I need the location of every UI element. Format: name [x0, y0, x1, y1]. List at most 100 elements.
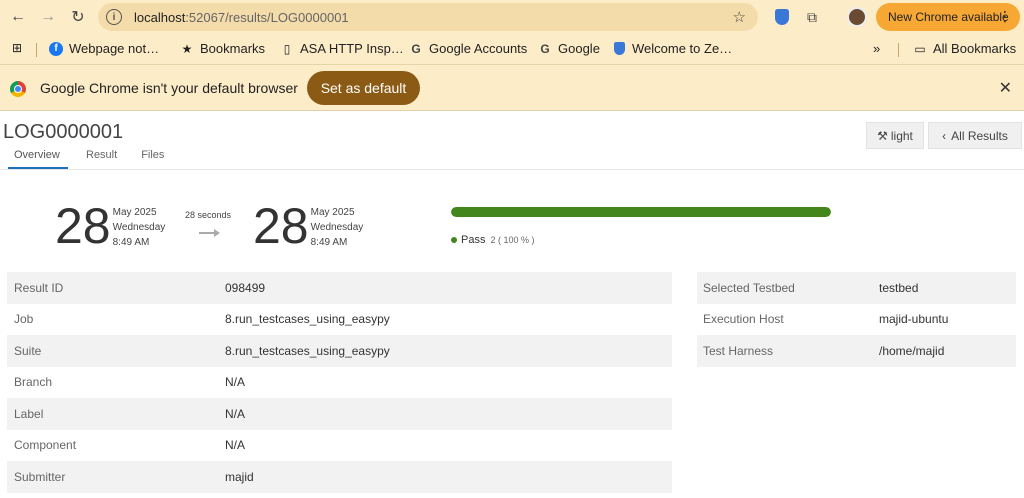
- shield-icon: [612, 42, 626, 56]
- tab-bar: Overview Result Files: [8, 146, 182, 170]
- bookmark-item[interactable]: ★ Bookmarks: [180, 41, 265, 56]
- bookmark-star-icon[interactable]: ☆: [733, 8, 746, 26]
- back-arrow-icon[interactable]: ←: [3, 2, 33, 32]
- row-value: testbed: [879, 280, 919, 295]
- set-default-button[interactable]: Set as default: [307, 71, 420, 105]
- more-bookmarks-icon[interactable]: »: [873, 41, 880, 56]
- google-icon: G: [540, 41, 550, 56]
- all-bookmarks[interactable]: ▭ All Bookmarks: [913, 41, 1016, 56]
- all-bookmarks-label: All Bookmarks: [933, 41, 1017, 56]
- table-row: Job 8.run_testcases_using_easypy: [7, 304, 672, 336]
- row-key: Component: [14, 438, 77, 453]
- pass-legend-label: Pass: [461, 234, 486, 246]
- start-time: 28 May 2025 Wednesday 8:49 AM: [55, 198, 166, 254]
- row-key: Test Harness: [703, 343, 774, 358]
- row-value: N/A: [225, 406, 246, 421]
- row-value: 8.run_testcases_using_easypy: [225, 343, 390, 358]
- site-info-icon[interactable]: i: [106, 9, 122, 25]
- details-table-left: Result ID 098499 Job 8.run_testcases_using_…: [7, 272, 672, 493]
- bookmark-item[interactable]: f Webpage not…: [49, 41, 159, 56]
- row-key: Execution Host: [703, 312, 784, 327]
- update-label: New Chrome available: [888, 10, 1009, 24]
- start-month-year: May 2025: [112, 207, 157, 218]
- bookmark-label: Welcome to Ze…: [632, 41, 733, 56]
- page-title: LOG0000001: [3, 121, 124, 143]
- tab-result[interactable]: Result: [80, 146, 123, 169]
- table-row: Test Harness/home/majid: [697, 335, 1016, 367]
- tab-overview[interactable]: Overview: [8, 146, 68, 169]
- browser-toolbar: ← → ↻ i localhost:52067/results/LOG00000…: [0, 0, 1024, 34]
- bookmark-separator: [898, 43, 899, 57]
- end-weekday: Wednesday: [310, 222, 364, 233]
- start-day: 28: [55, 198, 111, 254]
- bookmark-item[interactable]: Welcome to Ze…: [612, 41, 732, 56]
- magic-wand-icon: ⚒: [877, 128, 888, 143]
- result-progress-bar: [451, 207, 831, 217]
- default-browser-infobar: Google Chrome isn't your default browser…: [0, 64, 1024, 111]
- theme-label: light: [890, 128, 913, 143]
- bookmark-label: Google Accounts: [429, 41, 528, 56]
- pass-progress-fill: [451, 207, 831, 217]
- bookmark-label: Bookmarks: [200, 41, 266, 56]
- end-day: 28: [253, 198, 309, 254]
- bookmark-item[interactable]: G Google Accounts: [409, 41, 527, 56]
- table-row: Submitter majid: [7, 461, 672, 493]
- all-results-label: All Results: [951, 128, 1008, 143]
- row-key: Result ID: [14, 280, 64, 295]
- row-value: majid-ubuntu: [879, 312, 949, 327]
- extension-shield-icon[interactable]: [772, 7, 792, 27]
- row-key: Submitter: [14, 469, 66, 484]
- all-results-button[interactable]: ‹ All Results: [928, 122, 1022, 149]
- row-value: 098499: [225, 280, 266, 295]
- start-date-meta: May 2025 Wednesday 8:49 AM: [113, 205, 166, 250]
- chrome-logo-icon: [10, 81, 26, 97]
- row-key: Suite: [14, 343, 42, 358]
- bookmark-label: Webpage not…: [69, 41, 160, 56]
- profile-avatar[interactable]: [847, 7, 867, 27]
- google-icon: G: [411, 41, 421, 56]
- end-time-of-day: 8:49 AM: [310, 237, 348, 248]
- tab-files[interactable]: Files: [135, 146, 170, 169]
- duration-label: 28 seconds: [185, 210, 232, 220]
- url-host: localhost: [134, 9, 186, 25]
- details-table-right: Selected Testbed testbed Execution Host maj…: [697, 272, 1016, 367]
- close-icon[interactable]: ✕: [999, 78, 1012, 98]
- arrow-right-icon: [199, 229, 220, 237]
- start-time-of-day: 8:49 AM: [112, 237, 150, 248]
- forward-arrow-icon[interactable]: →: [33, 2, 63, 32]
- bookmarks-bar: ⊞ f Webpage not… ★ Bookmarks ▯ ASA HTTP Ins…: [0, 34, 1024, 64]
- bookmark-item[interactable]: ▯ ASA HTTP Insp…: [280, 41, 404, 56]
- bookmark-label: Google: [558, 41, 600, 56]
- apps-grid-icon[interactable]: ⊞: [10, 41, 24, 55]
- result-legend: Pass 2 ( 100 % ): [451, 234, 535, 246]
- end-month-year: May 2025: [310, 207, 355, 218]
- end-time: 28 May 2025 Wednesday 8:49 AM: [253, 198, 364, 254]
- table-row: Suite 8.run_testcases_using_easypy: [7, 335, 672, 367]
- row-value: N/A: [225, 438, 246, 453]
- pass-legend-count: 2 ( 100 % ): [490, 235, 535, 245]
- row-value: majid: [225, 469, 254, 484]
- row-key: Label: [14, 406, 44, 421]
- row-key: Job: [14, 312, 34, 327]
- chevron-left-icon: ‹: [942, 128, 947, 143]
- table-row: Component N/A: [7, 430, 672, 462]
- table-row: Selected Testbed testbed: [697, 272, 1016, 304]
- update-chrome-button[interactable]: New Chrome available ⋮: [876, 3, 1020, 31]
- menu-dots-icon: ⋮: [998, 8, 1012, 24]
- bookmark-separator: [36, 43, 37, 57]
- end-date-meta: May 2025 Wednesday 8:49 AM: [311, 205, 364, 250]
- url-text[interactable]: localhost:52067/results/LOG0000001: [134, 10, 349, 25]
- table-row: Label N/A: [7, 398, 672, 430]
- reload-icon[interactable]: ↻: [63, 2, 93, 32]
- folder-icon: ▭: [914, 41, 926, 56]
- extensions-puzzle-icon[interactable]: ⧉: [802, 7, 822, 27]
- table-row: Result ID 098499: [7, 272, 672, 304]
- row-value: 8.run_testcases_using_easypy: [225, 312, 390, 327]
- theme-toggle-button[interactable]: ⚒ light: [866, 122, 924, 149]
- address-bar[interactable]: i localhost:52067/results/LOG0000001 ☆: [98, 3, 758, 31]
- bookmark-item[interactable]: G Google: [538, 41, 600, 56]
- page-icon: ▯: [283, 41, 291, 56]
- pass-legend-dot: [451, 237, 457, 243]
- table-row: Branch N/A: [7, 367, 672, 399]
- row-key: Branch: [14, 375, 53, 390]
